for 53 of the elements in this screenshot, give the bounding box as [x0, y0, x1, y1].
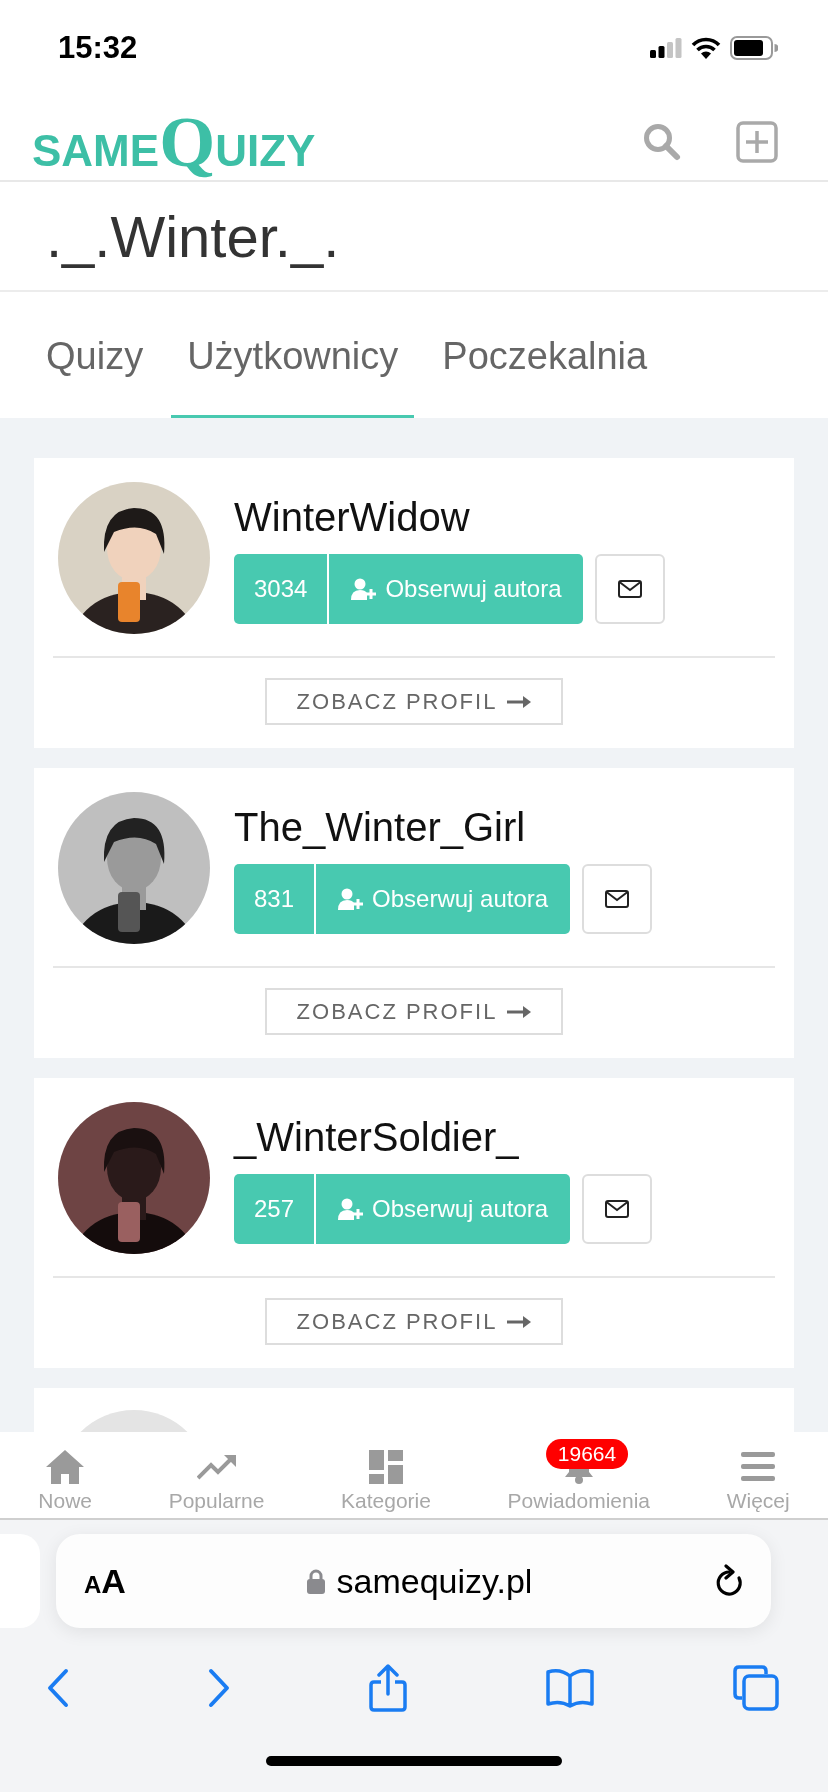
status-time: 15:32 [58, 29, 138, 66]
envelope-icon [605, 890, 630, 908]
user-plus-icon [338, 888, 365, 910]
tabs-icon[interactable] [732, 1664, 780, 1712]
forward-icon[interactable] [207, 1668, 231, 1708]
user-name[interactable]: WinterWidow [234, 492, 666, 542]
nav-label: Kategorie [341, 1489, 431, 1513]
wifi-icon [691, 36, 721, 59]
view-profile-button[interactable]: ZOBACZ PROFIL [264, 1298, 564, 1345]
message-button[interactable] [582, 864, 653, 934]
tab[interactable]: Poczekalnia [426, 292, 664, 418]
message-button[interactable] [595, 554, 666, 624]
lock-icon [306, 1568, 325, 1594]
message-button[interactable] [582, 1174, 653, 1244]
user-plus-icon [338, 1198, 365, 1220]
user-plus-icon [351, 578, 378, 600]
arrow-right-icon [507, 1315, 532, 1328]
follower-count: 3034 [234, 554, 330, 624]
notification-badge: 19664 [545, 1439, 629, 1469]
envelope-icon [618, 580, 643, 598]
menu-icon [741, 1452, 776, 1482]
page-title: ._.Winter._. [0, 182, 828, 292]
follow-label: Obserwuj autora [372, 885, 549, 913]
text-size-button[interactable]: AA [84, 1561, 126, 1601]
nav-item[interactable]: 19664 Powiadomienia [507, 1437, 650, 1513]
envelope-icon [605, 1200, 630, 1218]
back-icon[interactable] [46, 1668, 70, 1708]
address-bar[interactable]: AA samequizy.pl [56, 1534, 771, 1628]
trending-up-icon [196, 1454, 237, 1480]
follow-label: Obserwuj autora [372, 1195, 549, 1223]
follow-label: Obserwuj autora [385, 575, 562, 603]
book-icon[interactable] [545, 1668, 595, 1708]
user-name[interactable]: The_Winter_Girl [234, 802, 653, 852]
user-name[interactable]: _WinterSoldier_ [234, 1112, 653, 1162]
nav-label: Więcej [726, 1489, 790, 1513]
share-icon[interactable] [368, 1664, 408, 1712]
view-profile-button[interactable]: ZOBACZ PROFIL [264, 678, 564, 725]
nav-label: Nowe [38, 1489, 92, 1513]
battery-icon [730, 35, 778, 60]
arrow-right-icon [507, 695, 532, 708]
nav-label: Powiadomienia [507, 1489, 650, 1513]
arrow-right-icon [507, 1005, 532, 1018]
search-icon[interactable] [642, 121, 682, 162]
dashboard-icon [369, 1450, 403, 1484]
view-profile-button[interactable]: ZOBACZ PROFIL [264, 988, 564, 1035]
follower-count: 257 [234, 1174, 317, 1244]
home-icon [46, 1450, 85, 1484]
url-text: samequizy.pl [336, 1561, 533, 1601]
signal-icon [650, 37, 682, 58]
add-icon[interactable] [736, 120, 778, 163]
nav-label: Popularne [168, 1489, 265, 1513]
tab[interactable]: Quizy [30, 292, 160, 418]
follower-count: 831 [234, 864, 317, 934]
